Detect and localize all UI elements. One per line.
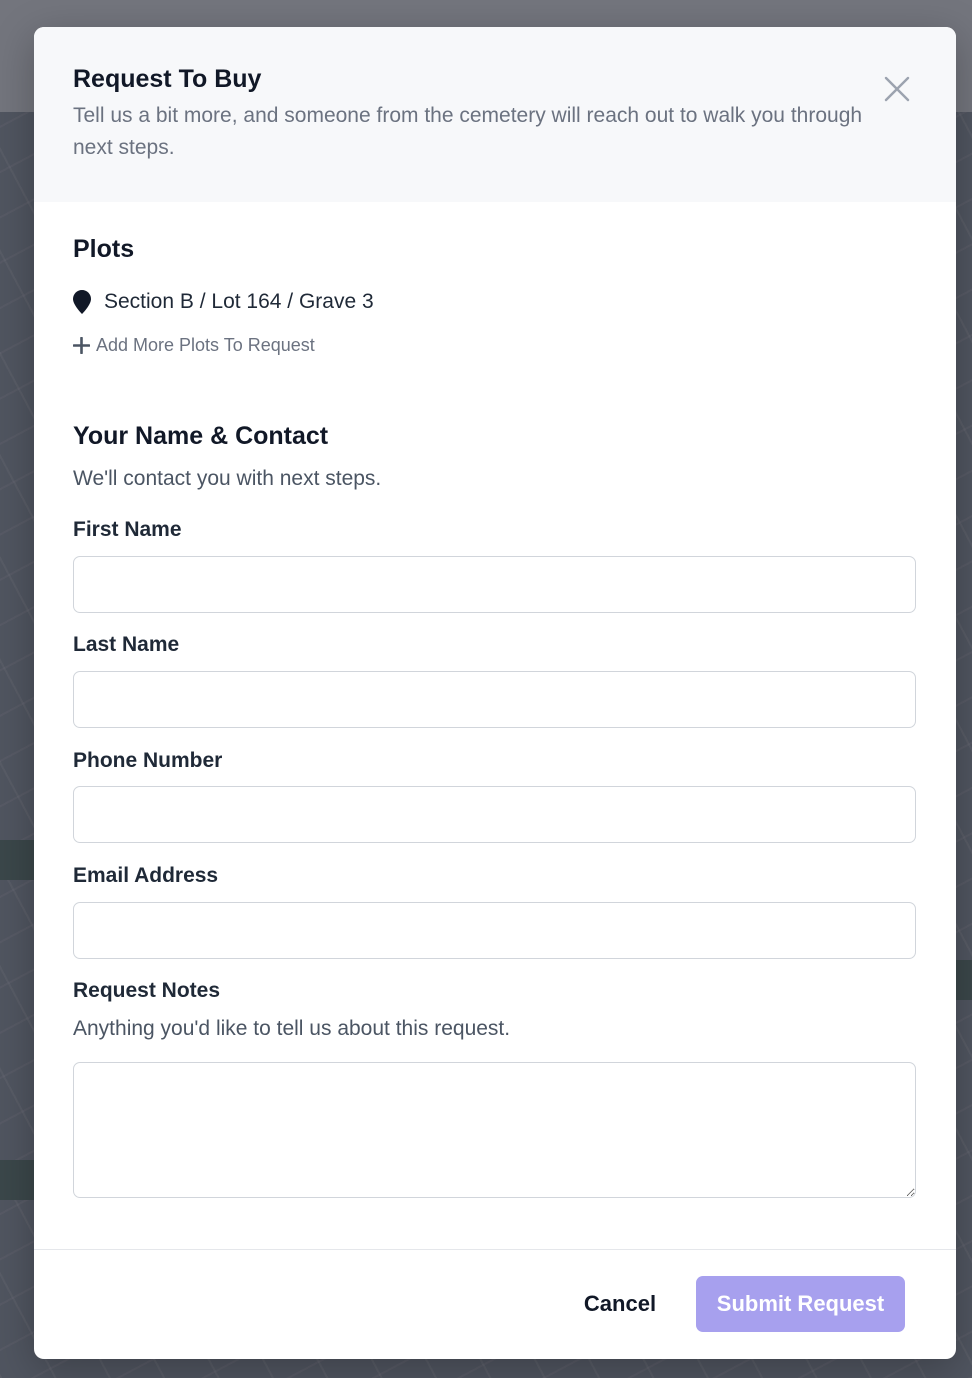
plot-item-label: Section B / Lot 164 / Grave 3: [104, 290, 374, 313]
email-address-field[interactable]: [73, 902, 916, 959]
last-name-label: Last Name: [73, 633, 180, 656]
request-notes-field[interactable]: [73, 1062, 916, 1198]
modal-title: Request To Buy: [73, 65, 262, 93]
submit-request-button[interactable]: Submit Request: [696, 1276, 905, 1332]
request-to-buy-modal: Request To Buy Tell us a bit more, and s…: [34, 27, 956, 1359]
request-notes-label: Request Notes: [73, 979, 221, 1002]
close-icon: [884, 76, 910, 102]
contact-help-text: We'll contact you with next steps.: [73, 467, 382, 490]
footer-divider: [34, 1249, 956, 1250]
modal-header: Request To Buy Tell us a bit more, and s…: [34, 27, 956, 202]
plots-heading: Plots: [73, 235, 135, 263]
email-address-label: Email Address: [73, 864, 219, 887]
close-button[interactable]: [882, 74, 912, 104]
cancel-button[interactable]: Cancel: [568, 1276, 672, 1332]
modal-subtitle: Tell us a bit more, and someone from the…: [73, 104, 863, 159]
phone-number-label: Phone Number: [73, 749, 223, 772]
first-name-label: First Name: [73, 518, 182, 541]
plot-item: Section B / Lot 164 / Grave 3: [73, 287, 374, 317]
map-pin-icon: [73, 290, 91, 314]
request-notes-help-text: Anything you'd like to tell us about thi…: [73, 1017, 511, 1040]
first-name-field[interactable]: [73, 556, 916, 613]
phone-number-field[interactable]: [73, 786, 916, 843]
add-more-plots-label: Add More Plots To Request: [96, 335, 315, 355]
last-name-field[interactable]: [73, 671, 916, 728]
contact-heading: Your Name & Contact: [73, 422, 329, 450]
plus-icon: [73, 337, 90, 354]
add-more-plots-link[interactable]: Add More Plots To Request: [73, 335, 315, 356]
